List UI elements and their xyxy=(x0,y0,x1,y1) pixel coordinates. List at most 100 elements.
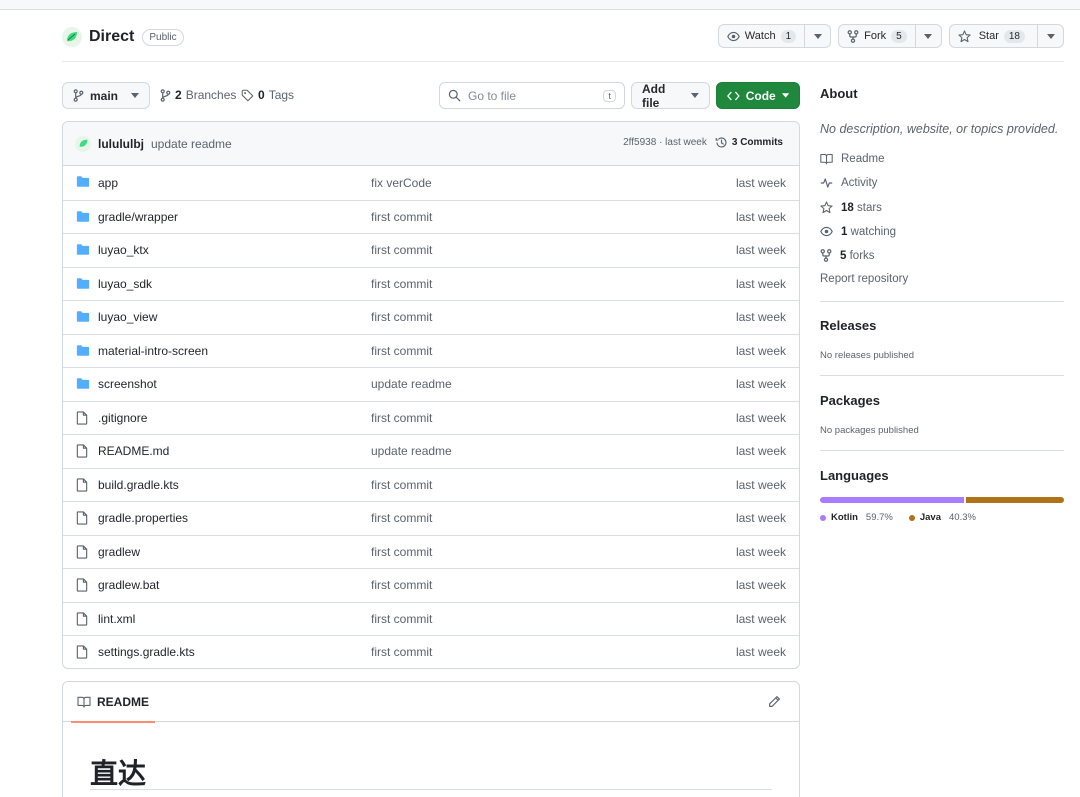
fork-button[interactable]: Fork 5 xyxy=(839,25,915,47)
add-file-button[interactable]: Add file xyxy=(631,82,710,110)
releases-title[interactable]: Releases xyxy=(820,318,876,333)
folder-row[interactable]: luyao_view first commit last week xyxy=(63,300,799,334)
file-commit-message[interactable]: update readme xyxy=(371,444,452,458)
branch-icon xyxy=(160,88,171,102)
file-name-link[interactable]: luyao_view xyxy=(98,310,157,324)
stars-link[interactable]: 18 stars xyxy=(820,201,882,214)
language-name: Java xyxy=(919,512,941,523)
file-commit-message[interactable]: first commit xyxy=(371,645,432,659)
file-icon xyxy=(76,511,88,525)
file-name-link[interactable]: app xyxy=(98,176,118,190)
android-leaf-icon xyxy=(67,32,77,42)
branches-count: 2 xyxy=(175,88,182,102)
file-row[interactable]: gradlew first commit last week xyxy=(63,534,799,569)
file-name-link[interactable]: gradlew xyxy=(98,545,140,559)
file-name-link[interactable]: gradle/wrapper xyxy=(98,210,178,224)
fork-dropdown[interactable] xyxy=(914,25,941,47)
about-description: No description, website, or topics provi… xyxy=(820,122,1059,136)
file-commit-time: last week xyxy=(735,175,786,190)
commit-message[interactable]: update readme xyxy=(151,137,232,151)
file-name-link[interactable]: .gitignore xyxy=(98,411,147,425)
code-button[interactable]: Code xyxy=(716,82,800,109)
file-icon xyxy=(76,477,88,492)
go-to-file-search[interactable]: Go to file t xyxy=(439,82,625,109)
file-commit-message[interactable]: first commit xyxy=(371,478,432,492)
folder-row[interactable]: app fix verCode last week xyxy=(63,166,799,200)
file-icon xyxy=(76,611,88,626)
file-name-link[interactable]: README.md xyxy=(98,444,169,458)
file-name-link[interactable]: screenshot xyxy=(98,377,157,391)
star-button-group: Star 18 xyxy=(948,24,1064,48)
activity-link[interactable]: Activity xyxy=(820,177,877,189)
commits-link[interactable]: 3 Commits xyxy=(715,136,783,149)
folder-row[interactable]: luyao_ktx first commit last week xyxy=(63,233,799,267)
readme-link[interactable]: Readme xyxy=(820,153,884,165)
file-commit-message[interactable]: first commit xyxy=(371,411,432,425)
file-row[interactable]: README.md update readme last week xyxy=(63,434,799,468)
search-input[interactable]: Go to file xyxy=(468,89,516,103)
fork-count: 5 xyxy=(891,29,907,43)
folder-row[interactable]: screenshot update readme last week xyxy=(63,367,799,401)
forks-link[interactable]: 5 forks xyxy=(820,249,875,262)
repo-name[interactable]: Direct xyxy=(89,28,134,46)
tags-label: Tags xyxy=(268,88,295,102)
branch-selector[interactable]: main xyxy=(62,82,150,109)
file-commit-message[interactable]: fix verCode xyxy=(371,176,432,190)
readme-tab[interactable]: README xyxy=(71,682,156,723)
file-name-link[interactable]: luyao_sdk xyxy=(98,277,152,291)
file-commit-message[interactable]: first commit xyxy=(371,511,432,525)
language-name: Kotlin xyxy=(831,512,858,523)
file-name-link[interactable]: gradle.properties xyxy=(98,511,188,525)
code-label: Code xyxy=(745,88,776,103)
file-commit-time: last week xyxy=(735,477,786,492)
commit-author[interactable]: lulululbj xyxy=(98,137,144,151)
star-dropdown[interactable] xyxy=(1037,25,1063,47)
file-name-link[interactable]: luyao_ktx xyxy=(98,243,149,257)
file-name-link[interactable]: gradlew.bat xyxy=(98,578,159,592)
language-percent: 59.7% xyxy=(865,512,893,523)
file-commit-message[interactable]: first commit xyxy=(371,210,432,224)
file-icon xyxy=(76,578,88,592)
file-row[interactable]: settings.gradle.kts first commit last week xyxy=(63,635,799,668)
file-commit-message[interactable]: first commit xyxy=(371,545,432,559)
report-repository-link[interactable]: Report repository xyxy=(820,273,908,285)
caret-down-icon xyxy=(813,33,822,39)
pencil-icon[interactable] xyxy=(768,695,781,708)
branches-link[interactable]: 2 Branches xyxy=(160,88,236,102)
watch-dropdown[interactable] xyxy=(804,25,830,47)
folder-row[interactable]: luyao_sdk first commit last week xyxy=(63,266,799,301)
forks-label: forks xyxy=(849,249,875,262)
branches-label: Branches xyxy=(185,88,237,102)
file-row[interactable]: gradlew.bat first commit last week xyxy=(63,568,799,602)
language-legend-item[interactable]: Java 40.3% xyxy=(908,512,976,523)
file-row[interactable]: gradle.properties first commit last week xyxy=(63,501,799,535)
file-commit-message[interactable]: first commit xyxy=(371,612,432,626)
language-legend-item[interactable]: Kotlin 59.7% xyxy=(820,512,893,523)
file-commit-message[interactable]: first commit xyxy=(371,578,432,592)
folder-row[interactable]: gradle/wrapper first commit last week xyxy=(63,199,799,234)
folder-icon-wrap xyxy=(76,210,90,223)
file-commit-message[interactable]: first commit xyxy=(371,344,432,358)
folder-icon-wrap xyxy=(76,243,90,256)
commit-hash-time[interactable]: 2ff5938 · last week xyxy=(623,137,707,148)
file-commit-message[interactable]: first commit xyxy=(371,243,432,257)
file-icon xyxy=(76,544,88,559)
repo-avatar[interactable] xyxy=(62,27,82,47)
file-name-link[interactable]: lint.xml xyxy=(98,612,135,626)
file-row[interactable]: .gitignore first commit last week xyxy=(63,400,799,435)
file-row[interactable]: lint.xml first commit last week xyxy=(63,601,799,636)
file-name-link[interactable]: build.gradle.kts xyxy=(98,478,179,492)
file-name-link[interactable]: material-intro-screen xyxy=(98,344,208,358)
file-commit-message[interactable]: update readme xyxy=(371,377,452,391)
file-commit-message[interactable]: first commit xyxy=(371,310,432,324)
file-commit-message[interactable]: first commit xyxy=(371,277,432,291)
star-button[interactable]: Star 18 xyxy=(950,25,1037,47)
commit-author-avatar[interactable] xyxy=(75,135,91,152)
packages-title[interactable]: Packages xyxy=(820,393,880,408)
folder-row[interactable]: material-intro-screen first commit last we… xyxy=(63,333,799,368)
file-row[interactable]: build.gradle.kts first commit last week xyxy=(63,467,799,502)
tags-link[interactable]: 0 Tags xyxy=(241,88,294,102)
watch-button[interactable]: Watch 1 xyxy=(719,25,804,47)
watching-link[interactable]: 1 watching xyxy=(820,225,896,238)
file-name-link[interactable]: settings.gradle.kts xyxy=(98,645,195,659)
